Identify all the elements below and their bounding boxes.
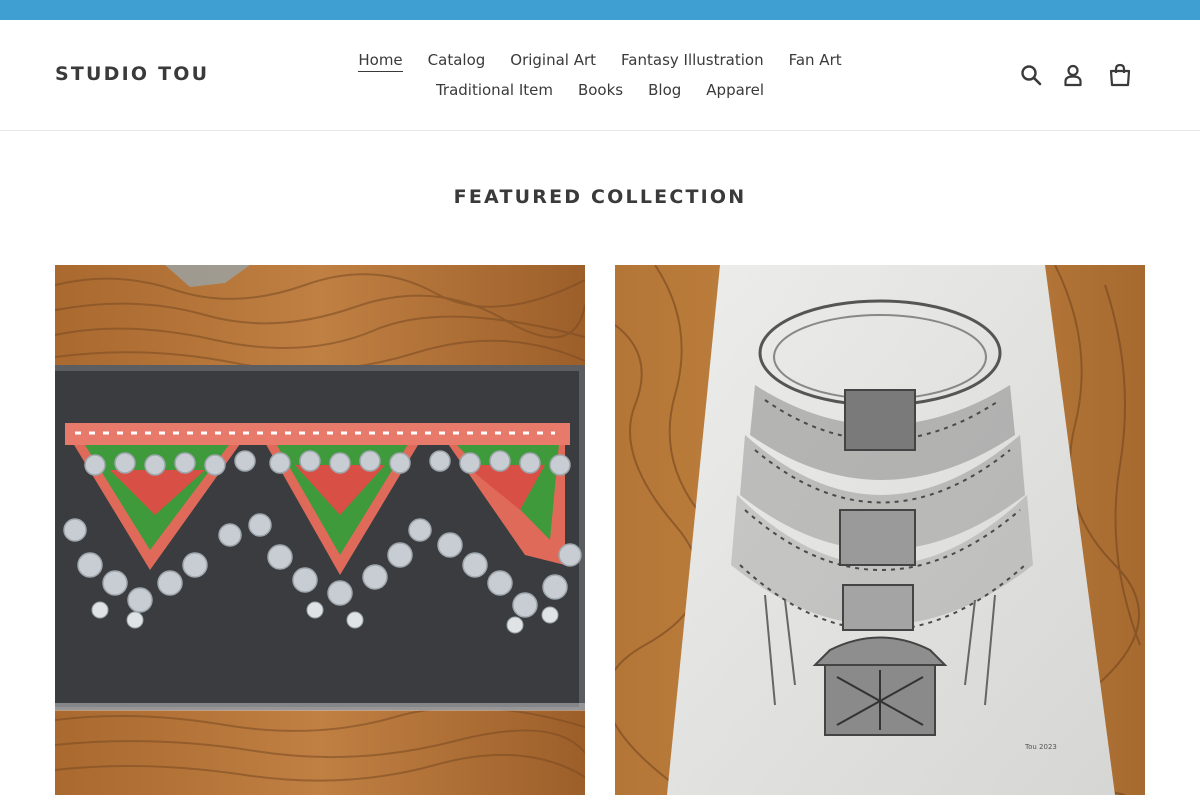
account-icon [1064,64,1082,87]
search-icon [1021,65,1042,86]
nav-row-secondary: Traditional Item Books Blog Apparel [300,80,900,101]
drawing-signature: Tou 2023 [1024,743,1057,751]
nav-original-art[interactable]: Original Art [510,50,596,72]
site-header: STUDIO TOU Home Catalog Original Art Fan… [0,20,1200,131]
product-image-silver-necklace[interactable]: Tou 2023 [615,265,1145,795]
site-logo[interactable]: STUDIO TOU [55,63,209,85]
nav-fantasy-illustration[interactable]: Fantasy Illustration [621,50,764,72]
cart-icon [1109,63,1131,87]
nav-traditional-item[interactable]: Traditional Item [436,80,553,101]
nav-blog[interactable]: Blog [648,80,681,101]
search-button[interactable] [1017,61,1045,89]
product-card-2[interactable]: Tou 2023 [615,265,1145,800]
product-image-coin-apron[interactable] [55,265,585,795]
product-card-1[interactable] [55,265,585,800]
featured-collection-title: FEATURED COLLECTION [453,186,747,208]
cart-button[interactable] [1106,61,1134,89]
announcement-bar [0,0,1200,20]
nav-catalog[interactable]: Catalog [428,50,486,72]
nav-home[interactable]: Home [358,50,403,72]
nav-row-primary: Home Catalog Original Art Fantasy Illust… [300,50,900,72]
nav-apparel[interactable]: Apparel [706,80,764,101]
nav-books[interactable]: Books [578,80,623,101]
account-button[interactable] [1059,61,1087,89]
nav-fan-art[interactable]: Fan Art [789,50,842,72]
